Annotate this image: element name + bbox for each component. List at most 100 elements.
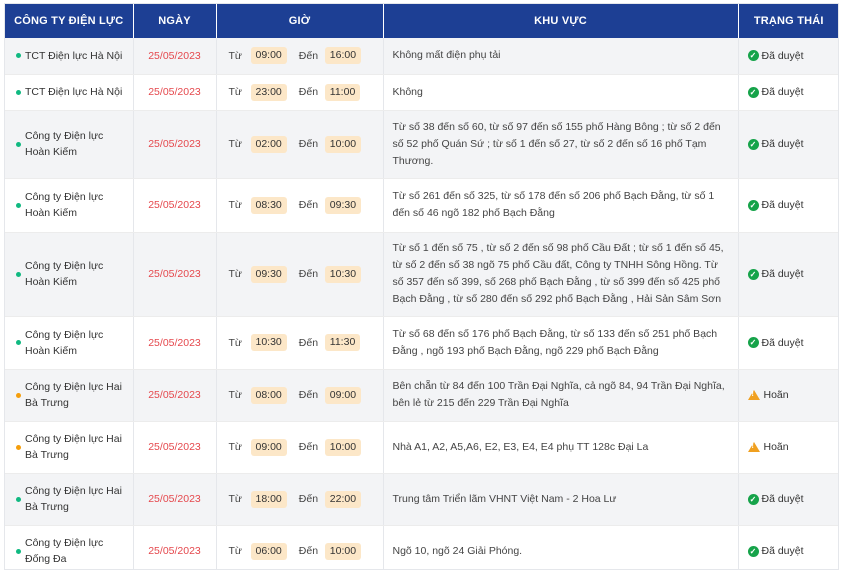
area-text: Nhà A1, A2, A5,A6, E2, E3, E4, E4 phụ TT… — [392, 440, 649, 453]
company-name: TCT Điện lực Hà Nội — [25, 49, 123, 62]
cell-date: 25/05/2023 — [133, 525, 217, 569]
status-dot-icon — [16, 340, 21, 345]
check-circle-icon: ✓ — [747, 50, 759, 62]
from-label: Từ — [228, 389, 242, 401]
cell-area: Nhà A1, A2, A5,A6, E2, E3, E4, E4 phụ TT… — [383, 421, 739, 474]
warning-icon: ! — [747, 390, 760, 400]
table-row[interactable]: Công ty Điện lực Hai Bà Trưng 25/05/2023 T… — [5, 421, 838, 474]
from-label: Từ — [228, 441, 242, 453]
cell-area: Không mất điện phụ tải — [383, 38, 739, 75]
status-text: Đã duyệt — [761, 199, 804, 211]
status-text: Đã duyệt — [761, 545, 804, 557]
status-text: Đã duyệt — [761, 86, 804, 98]
cell-date: 25/05/2023 — [133, 473, 217, 526]
cell-date: 25/05/2023 — [133, 316, 217, 370]
cell-company: TCT Điện lực Hà Nội — [5, 74, 134, 111]
area-text: Từ số 68 đến số 176 phố Bạch Đằng, từ số… — [392, 327, 718, 357]
cell-area: Trung tâm Triển lãm VHNT Việt Nam - 2 Ho… — [383, 473, 739, 526]
cell-area: Từ số 261 đến số 325, từ số 178 đến số 2… — [383, 178, 739, 233]
status-dot-icon — [16, 202, 21, 208]
header-date: NGÀY — [133, 4, 217, 38]
cell-date: 25/05/2023 — [133, 38, 217, 75]
start-time-chip: 10:30 — [250, 334, 287, 351]
end-time-chip: 10:00 — [324, 135, 362, 153]
table-row[interactable]: TCT Điện lực Hà Nội 25/05/2023 Từ 23:00 Đến 1… — [5, 74, 838, 111]
status-text: Đã duyệt — [761, 49, 804, 62]
table-row[interactable]: TCT Điện lực Hà Nội 25/05/2023 Từ 09:00 Đến 1… — [5, 38, 838, 75]
check-circle-icon: ✓ — [747, 493, 759, 505]
table-header-row: CÔNG TY ĐIỆN LỰC NGÀY GIỜ KHU VỰC TRẠNG … — [5, 4, 838, 38]
start-time-chip: 09:00 — [250, 438, 287, 456]
status-dot-icon — [16, 89, 21, 95]
cell-time: Từ 02:00 Đến 10:00 — [216, 110, 384, 179]
end-time-chip: 10:00 — [324, 542, 362, 560]
check-circle-icon: ✓ — [747, 138, 759, 150]
outage-schedule-table: CÔNG TY ĐIỆN LỰC NGÀY GIỜ KHU VỰC TRẠNG … — [5, 4, 838, 569]
to-label: Đến — [298, 199, 319, 211]
cell-status: ✓ Đã duyệt — [738, 74, 838, 111]
company-name: Công ty Điện lực Hoàn Kiếm — [25, 130, 104, 158]
cell-company: Công ty Điện lực Hoàn Kiếm — [5, 178, 134, 233]
check-circle-icon: ✓ — [747, 86, 759, 98]
end-time-chip: 16:00 — [324, 47, 362, 65]
table-row[interactable]: Công ty Điện lực Đống Đa 25/05/2023 Từ 06:0… — [5, 525, 838, 569]
from-label: Từ — [228, 199, 242, 211]
warning-icon: ! — [747, 442, 760, 452]
end-time-chip: 10:00 — [324, 438, 362, 456]
cell-status: ✓ Đã duyệt — [738, 38, 838, 75]
cell-company: TCT Điện lực Hà Nội — [5, 38, 134, 75]
area-text: Từ số 261 đến số 325, từ số 178 đến số 2… — [392, 190, 715, 219]
cell-area: Bên chẵn từ 84 đến 100 Trần Đại Nghĩa, c… — [383, 369, 739, 422]
start-time-chip: 02:00 — [250, 135, 287, 153]
status-dot-icon — [16, 53, 21, 59]
status-dot-icon — [16, 496, 21, 502]
cell-company: Công ty Điện lực Hai Bà Trưng — [5, 369, 134, 422]
status-dot-icon — [16, 392, 21, 398]
cell-date: 25/05/2023 — [133, 74, 217, 111]
table-row[interactable]: Công ty Điện lực Hoàn Kiếm 25/05/2023 Từ 02… — [5, 110, 838, 179]
status-text: Hoãn — [763, 441, 789, 453]
table-row[interactable]: Công ty Điện lực Hai Bà Trưng 25/05/2023 T… — [5, 473, 838, 526]
to-label: Đến — [298, 441, 319, 453]
cell-time: Từ 09:30 Đến 10:30 — [216, 232, 384, 317]
area-text: Trung tâm Triển lãm VHNT Việt Nam - 2 Ho… — [392, 492, 617, 505]
end-time-chip: 11:30 — [324, 334, 361, 351]
end-time-chip: 09:30 — [324, 196, 362, 214]
header-area: KHU VỰC — [383, 4, 739, 38]
start-time-chip: 08:00 — [250, 386, 287, 404]
company-name: TCT Điện lực Hà Nội — [25, 86, 123, 98]
company-name: Công ty Điện lực Hoàn Kiếm — [25, 260, 104, 288]
table-row[interactable]: Công ty Điện lực Hoàn Kiếm 25/05/2023 Từ 10… — [5, 316, 838, 370]
cell-area: Từ số 1 đến số 75 , từ số 2 đến số 98 ph… — [383, 232, 739, 317]
start-time-chip: 23:00 — [250, 83, 287, 101]
to-label: Đến — [298, 389, 319, 401]
end-time-chip: 11:00 — [324, 83, 361, 101]
status-text: Đã duyệt — [761, 493, 804, 505]
cell-date: 25/05/2023 — [133, 110, 217, 179]
check-circle-icon: ✓ — [747, 199, 759, 211]
cell-status: ✓ Đã duyệt — [738, 473, 838, 526]
table-row[interactable]: Công ty Điện lực Hai Bà Trưng 25/05/2023 T… — [5, 369, 838, 422]
area-text: Từ số 1 đến số 75 , từ số 2 đến số 98 ph… — [392, 242, 724, 305]
end-time-chip: 09:00 — [324, 386, 362, 404]
from-label: Từ — [228, 493, 242, 505]
cell-area: Không — [383, 74, 739, 111]
area-text: Ngõ 10, ngõ 24 Giải Phóng. — [392, 544, 523, 557]
status-dot-icon — [16, 444, 21, 450]
to-label: Đến — [298, 493, 319, 505]
cell-date: 25/05/2023 — [133, 178, 217, 233]
cell-time: Từ 18:00 Đến 22:00 — [216, 473, 384, 526]
area-text: Không mất điện phụ tải — [392, 49, 501, 62]
status-text: Đã duyệt — [761, 336, 804, 349]
cell-time: Từ 10:30 Đến 11:30 — [216, 316, 384, 370]
cell-area: Từ số 38 đến số 60, từ số 97 đến số 155 … — [383, 110, 739, 179]
cell-status: ! Hoãn — [738, 369, 838, 422]
table-row[interactable]: Công ty Điện lực Hoàn Kiếm 25/05/2023 Từ 09… — [5, 232, 838, 317]
to-label: Đến — [298, 138, 319, 150]
table-row[interactable]: Công ty Điện lực Hoàn Kiếm 25/05/2023 Từ 08… — [5, 178, 838, 233]
company-name: Công ty Điện lực Đống Đa — [25, 537, 104, 565]
check-circle-icon: ✓ — [747, 337, 759, 348]
area-text: Từ số 38 đến số 60, từ số 97 đến số 155 … — [392, 120, 721, 167]
status-text: Đã duyệt — [761, 138, 804, 150]
cell-company: Công ty Điện lực Hai Bà Trưng — [5, 421, 134, 474]
